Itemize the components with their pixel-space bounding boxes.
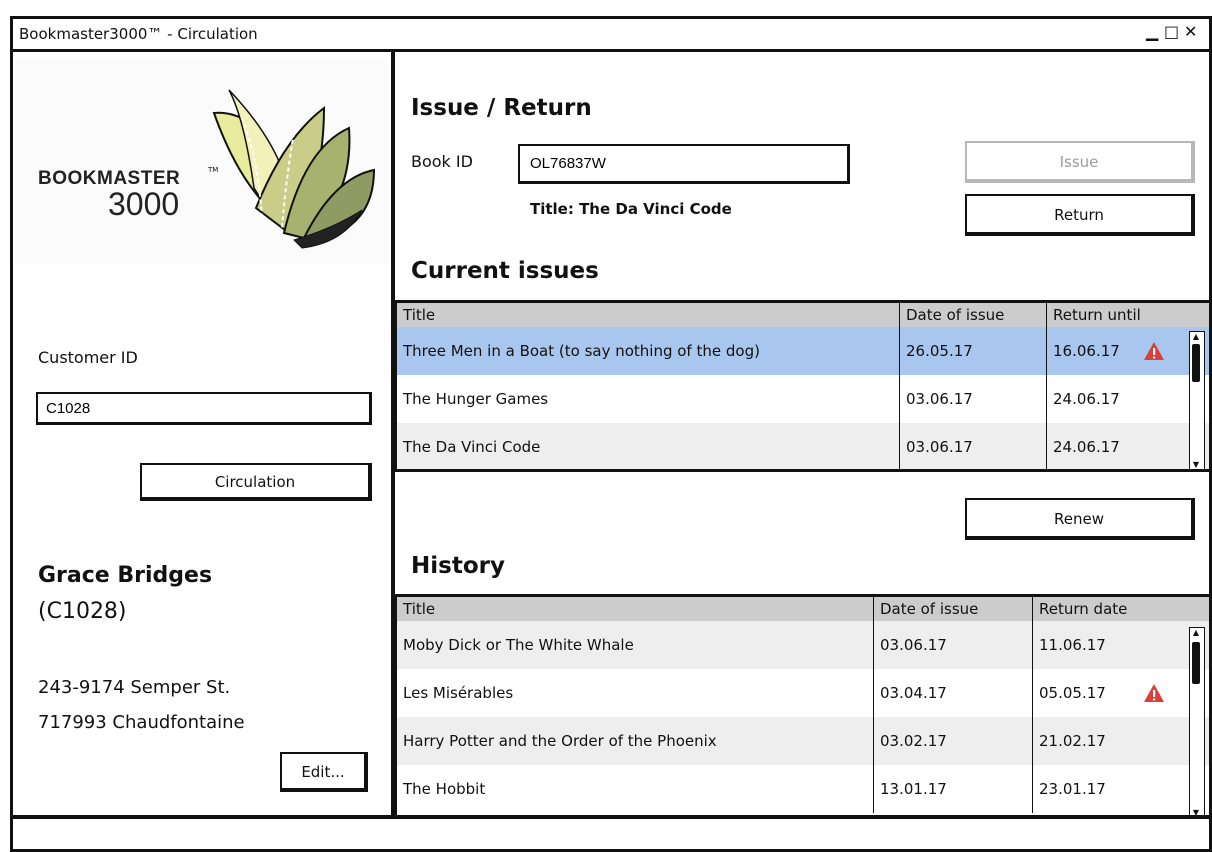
logo-number: 3000: [108, 186, 180, 222]
table-row[interactable]: Moby Dick or The White Whale 03.06.17 11…: [397, 621, 1209, 669]
column-header-return-until[interactable]: Return until: [1047, 303, 1187, 327]
cell-return-date: 11.06.17: [1039, 636, 1106, 654]
book-title-display: Title: The Da Vinci Code: [530, 200, 732, 218]
cell-date-of-issue: 13.01.17: [874, 765, 1033, 813]
customer-id-input[interactable]: [36, 392, 372, 425]
customer-name: Grace Bridges: [38, 563, 213, 588]
book-id-input[interactable]: [518, 144, 850, 184]
scroll-thumb[interactable]: [1192, 344, 1200, 382]
current-issues-table: Title Date of issue Return until Three M…: [394, 300, 1212, 472]
customer-id-display: (C1028): [38, 599, 127, 624]
scroll-down-icon[interactable]: ▼: [1190, 460, 1202, 469]
table-row[interactable]: The Hunger Games 03.06.17 24.06.17: [397, 375, 1209, 423]
renew-button[interactable]: Renew: [965, 498, 1195, 540]
table-row[interactable]: The Da Vinci Code 03.06.17 24.06.17: [397, 423, 1209, 469]
cell-return-date: 21.02.17: [1039, 732, 1106, 750]
cell-date-of-issue: 03.06.17: [900, 375, 1047, 423]
column-header-return-date[interactable]: Return date: [1033, 597, 1187, 621]
cell-return-until: 24.06.17: [1053, 438, 1120, 456]
table-row[interactable]: The Hobbit 13.01.17 23.01.17: [397, 765, 1209, 813]
book-id-label: Book ID: [411, 152, 473, 171]
close-icon[interactable]: ✕: [1184, 20, 1197, 44]
issue-return-heading: Issue / Return: [411, 95, 592, 121]
cell-date-of-issue: 26.05.17: [900, 327, 1047, 375]
column-header-date-of-issue[interactable]: Date of issue: [874, 597, 1033, 621]
address-line-1: 243-9174 Semper St.: [38, 677, 231, 698]
cell-title: The Hunger Games: [397, 375, 900, 423]
column-header-title[interactable]: Title: [397, 303, 900, 327]
scroll-up-icon[interactable]: ▲: [1190, 332, 1202, 342]
status-bar: [10, 818, 1212, 852]
edit-button[interactable]: Edit...: [280, 752, 368, 792]
cell-date-of-issue: 03.06.17: [874, 621, 1033, 669]
table-row[interactable]: Three Men in a Boat (to say nothing of t…: [397, 327, 1209, 375]
cell-title: Harry Potter and the Order of the Phoeni…: [397, 717, 874, 765]
logo-trademark: TM: [208, 166, 219, 174]
window-title: Bookmaster3000™ - Circulation: [19, 25, 258, 43]
cell-title: Moby Dick or The White Whale: [397, 621, 874, 669]
table-row[interactable]: Harry Potter and the Order of the Phoeni…: [397, 717, 1209, 765]
panel-divider: [392, 52, 395, 818]
minimize-icon[interactable]: ▁: [1146, 20, 1158, 44]
cell-title: Three Men in a Boat (to say nothing of t…: [397, 327, 900, 375]
maximize-icon[interactable]: □: [1164, 20, 1179, 44]
history-heading: History: [411, 553, 505, 579]
cell-date-of-issue: 03.06.17: [900, 423, 1047, 469]
scroll-thumb[interactable]: [1192, 642, 1200, 684]
circulation-button[interactable]: Circulation: [140, 463, 372, 501]
scroll-up-icon[interactable]: ▲: [1190, 628, 1202, 638]
title-bar: Bookmaster3000™ - Circulation: [10, 16, 1212, 52]
current-issues-heading: Current issues: [411, 258, 599, 284]
warning-triangle-icon: [1144, 684, 1164, 702]
cell-title: Les Misérables: [397, 669, 874, 717]
current-issues-scrollbar[interactable]: ▲ ▼: [1189, 331, 1205, 469]
address-line-2: 717993 Chaudfontaine: [38, 712, 245, 733]
history-scrollbar[interactable]: ▲ ▼: [1189, 627, 1205, 815]
cell-date-of-issue: 03.04.17: [874, 669, 1033, 717]
cell-title: The Da Vinci Code: [397, 423, 900, 469]
logo: BOOKMASTER TM 3000: [14, 58, 388, 264]
warning-triangle-icon: [1144, 342, 1164, 360]
return-button[interactable]: Return: [965, 194, 1195, 236]
cell-return-until: 24.06.17: [1053, 390, 1120, 408]
customer-id-label: Customer ID: [38, 348, 138, 367]
cell-date-of-issue: 03.02.17: [874, 717, 1033, 765]
cell-return-until: 16.06.17: [1053, 342, 1120, 360]
column-header-date-of-issue[interactable]: Date of issue: [900, 303, 1047, 327]
issue-button[interactable]: Issue: [965, 141, 1195, 183]
cell-title: The Hobbit: [397, 765, 874, 813]
cell-return-date: 23.01.17: [1039, 780, 1106, 798]
table-row[interactable]: Les Misérables 03.04.17 05.05.17: [397, 669, 1209, 717]
column-header-title[interactable]: Title: [397, 597, 874, 621]
history-table: Title Date of issue Return date Moby Dic…: [394, 594, 1212, 818]
table-header: Title Date of issue Return date: [397, 597, 1209, 621]
table-header: Title Date of issue Return until: [397, 303, 1209, 327]
